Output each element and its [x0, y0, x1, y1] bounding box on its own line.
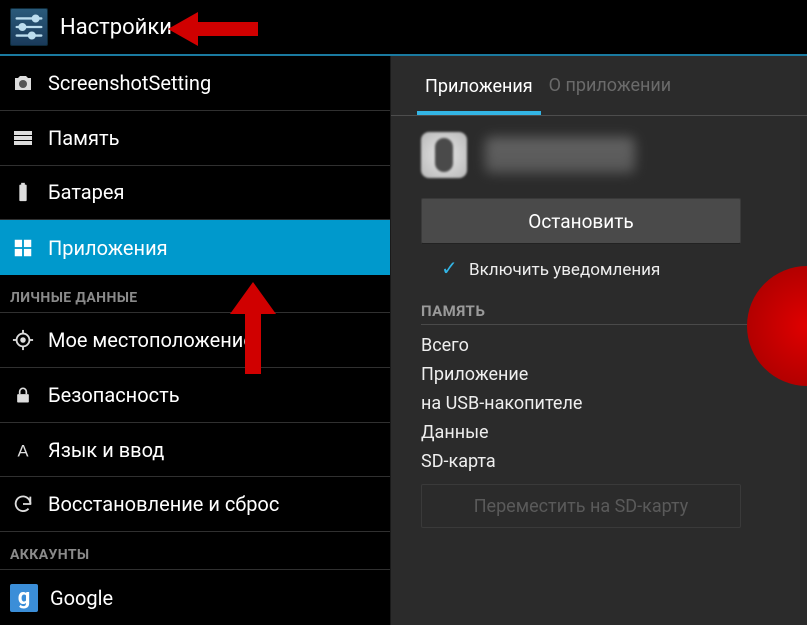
app-name-blurred: [485, 137, 635, 173]
sidebar-item-label: Google: [50, 586, 113, 610]
storage-icon: [10, 125, 36, 151]
mem-row-app: Приложение: [421, 360, 777, 389]
mem-row-usb: на USB-накопителе: [421, 389, 777, 418]
sidebar-item-google[interactable]: g Google: [0, 570, 390, 625]
memory-section-title: ПАМЯТЬ: [421, 302, 777, 325]
sidebar-item-label: Память: [48, 126, 119, 150]
move-to-sd-button: Переместить на SD-карту: [421, 484, 741, 528]
sidebar-item-security[interactable]: Безопасность: [0, 368, 390, 423]
sidebar: ScreenshotSetting Память Батарея Приложе…: [0, 56, 390, 625]
sidebar-item-label: Мое местоположение: [48, 328, 254, 352]
svg-text:A: A: [17, 442, 28, 460]
sidebar-item-reset[interactable]: Восстановление и сброс: [0, 477, 390, 532]
google-icon: g: [10, 584, 38, 612]
tab-strip: Приложения О приложении: [391, 56, 807, 116]
app-icon: [421, 132, 467, 178]
detail-pane: Приложения О приложении Остановить ✓ Вкл…: [390, 56, 807, 625]
tab-apps[interactable]: Приложения: [417, 58, 541, 115]
checkbox-checked-icon: ✓: [441, 261, 459, 279]
reset-icon: [10, 491, 36, 517]
camera-icon: [10, 70, 36, 96]
apps-icon: [10, 235, 36, 261]
memory-list: Всего Приложение на USB-накопителе Данны…: [421, 331, 777, 476]
stop-button[interactable]: Остановить: [421, 198, 741, 244]
section-personal: ЛИЧНЫЕ ДАННЫЕ: [0, 275, 390, 313]
sidebar-item-screenshot[interactable]: ScreenshotSetting: [0, 56, 390, 111]
sidebar-item-language[interactable]: A Язык и ввод: [0, 423, 390, 478]
language-icon: A: [10, 437, 36, 463]
app-header: [391, 116, 807, 186]
section-accounts: АККАУНТЫ: [0, 532, 390, 570]
lock-icon: [10, 382, 36, 408]
header-bar: Настройки: [0, 0, 807, 56]
location-icon: [10, 327, 36, 353]
sidebar-item-apps[interactable]: Приложения: [0, 220, 390, 275]
sidebar-item-label: Безопасность: [48, 383, 180, 407]
sidebar-item-battery[interactable]: Батарея: [0, 166, 390, 221]
sidebar-item-label: Приложения: [48, 236, 168, 260]
notifications-label: Включить уведомления: [469, 260, 660, 280]
sidebar-item-label: ScreenshotSetting: [48, 71, 211, 95]
notifications-checkbox-row[interactable]: ✓ Включить уведомления: [421, 260, 777, 280]
battery-icon: [10, 179, 36, 205]
sidebar-item-memory[interactable]: Память: [0, 111, 390, 166]
tab-about-app[interactable]: О приложении: [541, 75, 680, 96]
sidebar-item-label: Восстановление и сброс: [48, 492, 279, 516]
sidebar-item-location[interactable]: Мое местоположение: [0, 313, 390, 368]
header-title: Настройки: [60, 15, 172, 40]
sidebar-item-label: Язык и ввод: [48, 438, 164, 462]
mem-row-sd: SD-карта: [421, 447, 777, 476]
mem-row-data: Данные: [421, 418, 777, 447]
sidebar-item-label: Батарея: [48, 180, 124, 204]
settings-icon: [10, 8, 48, 46]
mem-row-total: Всего: [421, 331, 777, 360]
